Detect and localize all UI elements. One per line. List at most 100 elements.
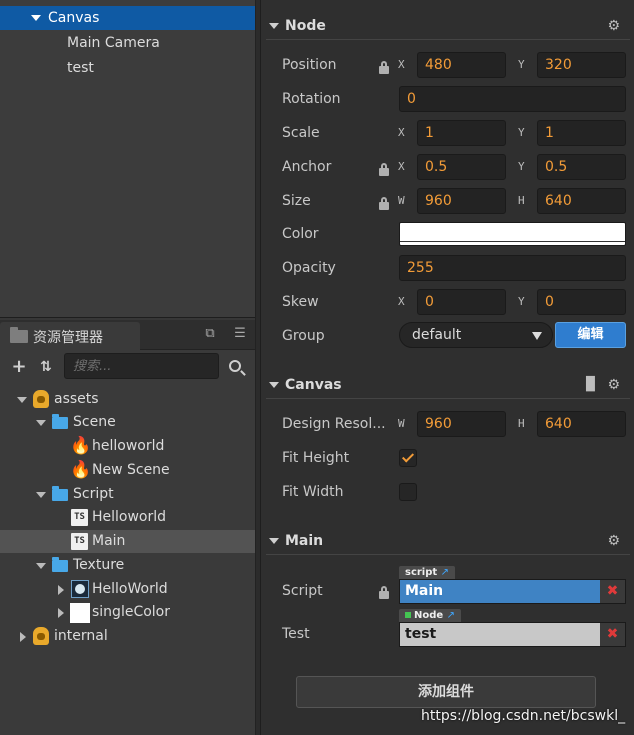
asset-item-helloworld-script[interactable]: TS Helloworld — [0, 506, 255, 529]
axis-label: Y — [518, 126, 525, 139]
image-icon — [71, 580, 89, 598]
asset-item-assets[interactable]: assets — [0, 388, 255, 411]
asset-item-script-folder[interactable]: Script — [0, 483, 255, 506]
lock-icon[interactable] — [379, 197, 389, 210]
assets-tab-bar: 资源管理器 ⧉ ☰ — [0, 320, 255, 350]
chevron-down-icon[interactable] — [269, 382, 279, 388]
opacity-field[interactable]: 255 — [399, 255, 626, 281]
script-asset-field[interactable]: Main ✖ — [399, 579, 626, 604]
gear-icon[interactable]: ⚙ — [607, 12, 620, 40]
external-link-icon[interactable]: ↗ — [447, 610, 455, 621]
inspector-panel: Node ⚙ Position X 480 Y 320 Rotation 0 S… — [260, 0, 634, 735]
axis-label: Y — [518, 58, 525, 71]
asset-item-singlecolor[interactable]: singleColor — [0, 601, 255, 624]
skew-x-field[interactable]: 0 — [417, 289, 506, 315]
chevron-down-icon[interactable] — [269, 538, 279, 544]
folder-icon — [10, 327, 28, 343]
asset-label: singleColor — [92, 604, 170, 620]
axis-label: X — [398, 295, 405, 308]
assets-tab[interactable]: 资源管理器 — [0, 322, 140, 350]
search-icon[interactable] — [229, 360, 241, 372]
chevron-right-icon[interactable] — [58, 585, 64, 595]
lock-icon[interactable] — [379, 61, 389, 74]
chevron-right-icon[interactable] — [20, 632, 26, 642]
clear-icon[interactable]: ✖ — [600, 580, 625, 603]
asset-item-scene-folder[interactable]: Scene — [0, 411, 255, 434]
node-section-header[interactable]: Node ⚙ — [266, 12, 630, 40]
asset-item-helloworld-scene[interactable]: 🔥 helloworld — [0, 435, 255, 458]
add-component-button[interactable]: 添加组件 — [296, 676, 596, 708]
asset-label: assets — [54, 391, 99, 407]
tree-item-label: test — [67, 60, 94, 76]
axis-label: X — [398, 160, 405, 173]
design-resolution-label: Design Resol... — [282, 416, 386, 432]
chevron-down-icon[interactable] — [36, 420, 46, 426]
skew-y-field[interactable]: 0 — [537, 289, 626, 315]
chevron-down-icon[interactable] — [17, 397, 27, 403]
node-type-tag: Node ↗ — [399, 609, 462, 622]
fire-icon: 🔥 — [70, 460, 92, 480]
color-swatch[interactable] — [399, 222, 626, 246]
search-input[interactable] — [64, 353, 219, 379]
chevron-down-icon[interactable] — [36, 492, 46, 498]
opacity-label: Opacity — [282, 260, 336, 276]
asset-item-internal[interactable]: internal — [0, 625, 255, 648]
asset-item-texture-folder[interactable]: Texture — [0, 554, 255, 577]
tree-item-main-camera[interactable]: Main Camera — [0, 31, 255, 55]
group-dropdown-value: default — [412, 327, 462, 343]
help-book-icon[interactable]: ▉ — [586, 371, 596, 399]
script-type-tag: script ↗ — [399, 566, 456, 579]
tree-item-test[interactable]: test — [0, 56, 255, 80]
left-column: Canvas Main Camera test 资源管理器 ⧉ ☰ + ⇅ 搜索… — [0, 0, 256, 735]
asset-item-new-scene[interactable]: 🔥 New Scene — [0, 459, 255, 482]
scale-x-field[interactable]: 1 — [417, 120, 506, 146]
section-title: Main — [285, 533, 324, 549]
size-width-field[interactable]: 960 — [417, 188, 506, 214]
clear-icon[interactable]: ✖ — [600, 623, 625, 646]
size-height-field[interactable]: 640 — [537, 188, 626, 214]
position-x-field[interactable]: 480 — [417, 52, 506, 78]
node-tree-panel: Canvas Main Camera test — [0, 0, 255, 318]
asset-item-helloworld-texture[interactable]: HelloWorld — [0, 578, 255, 601]
fit-height-checkbox[interactable] — [399, 449, 417, 467]
rotation-field[interactable]: 0 — [399, 86, 626, 112]
design-width-field[interactable]: 960 — [417, 411, 506, 437]
add-icon[interactable]: + — [10, 356, 28, 378]
script-asset-value: Main — [405, 583, 444, 599]
chevron-right-icon[interactable] — [58, 608, 64, 618]
gear-icon[interactable]: ⚙ — [607, 371, 620, 399]
test-node-field[interactable]: test ✖ — [399, 622, 626, 647]
lock-icon[interactable] — [379, 163, 389, 176]
menu-icon[interactable]: ☰ — [232, 326, 248, 342]
popout-icon[interactable]: ⧉ — [202, 326, 218, 342]
gear-icon[interactable]: ⚙ — [607, 527, 620, 555]
asset-label: Helloworld — [92, 509, 167, 525]
chevron-down-icon[interactable] — [31, 15, 41, 21]
axis-label: X — [398, 126, 405, 139]
scale-y-field[interactable]: 1 — [537, 120, 626, 146]
script-label: Script — [282, 583, 323, 599]
size-label: Size — [282, 193, 311, 209]
external-link-icon[interactable]: ↗ — [441, 567, 449, 578]
tag-label: script — [405, 567, 438, 578]
tree-item-canvas[interactable]: Canvas — [0, 6, 255, 30]
anchor-x-field[interactable]: 0.5 — [417, 154, 506, 180]
sort-icon[interactable]: ⇅ — [37, 356, 55, 378]
group-dropdown[interactable]: default — [399, 322, 553, 348]
anchor-y-field[interactable]: 0.5 — [537, 154, 626, 180]
fit-width-checkbox[interactable] — [399, 483, 417, 501]
position-y-field[interactable]: 320 — [537, 52, 626, 78]
chevron-down-icon[interactable] — [269, 23, 279, 29]
rotation-label: Rotation — [282, 91, 341, 107]
tree-item-label: Canvas — [48, 10, 100, 26]
asset-item-main-script[interactable]: TS Main — [0, 530, 255, 553]
group-label: Group — [282, 328, 325, 344]
fit-height-label: Fit Height — [282, 450, 350, 466]
canvas-section-header[interactable]: Canvas ▉ ⚙ — [266, 371, 630, 399]
design-height-field[interactable]: 640 — [537, 411, 626, 437]
database-icon — [33, 627, 49, 645]
main-section-header[interactable]: Main ⚙ — [266, 527, 630, 555]
lock-icon[interactable] — [379, 586, 389, 599]
chevron-down-icon[interactable] — [36, 563, 46, 569]
edit-group-button[interactable]: 编辑 — [555, 322, 626, 348]
